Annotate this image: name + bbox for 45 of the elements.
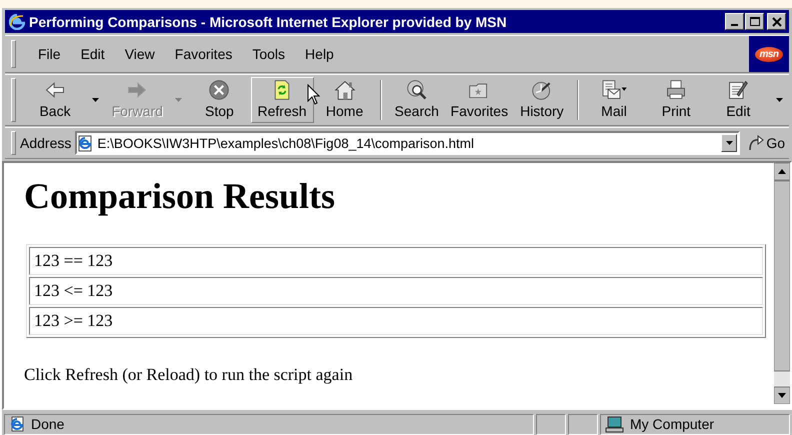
instruction-text: Click Refresh (or Reload) to run the script again [24, 365, 354, 385]
status-text: Done [31, 416, 64, 432]
caret-icon [92, 98, 100, 102]
menu-item[interactable]: Help [295, 44, 344, 64]
address-label: Address [20, 135, 72, 151]
menu-item[interactable]: Favorites [164, 44, 242, 64]
window-title: Performing Comparisons - Microsoft Internet Explorer provided by MSN [29, 14, 508, 30]
minimize-button[interactable] [725, 13, 744, 30]
table-cell: 123 == 123 [29, 247, 763, 275]
app-icon [9, 14, 25, 30]
toolbar-button[interactable]: Print [645, 77, 708, 123]
caret-icon [776, 98, 783, 102]
computer-icon [605, 416, 624, 432]
mouse-cursor-icon [307, 84, 320, 105]
security-zone: My Computer [630, 416, 714, 432]
maximize-icon [750, 17, 760, 26]
toolbar-button[interactable]: Edit [707, 77, 770, 123]
menu-item[interactable]: File [28, 44, 71, 64]
page-icon [9, 416, 25, 432]
status-panel [568, 414, 598, 434]
close-button[interactable] [767, 13, 786, 30]
toolbar-button[interactable]: Favorites [448, 77, 511, 123]
page-heading: Comparison Results [24, 175, 336, 217]
page-icon [77, 134, 94, 152]
caret-icon [175, 98, 182, 102]
toolbar-button[interactable]: Search [386, 77, 448, 123]
go-arrow-icon [747, 135, 764, 151]
close-icon [772, 16, 782, 26]
dropdown-button[interactable] [721, 134, 738, 152]
table-cell: 123 <= 123 [29, 277, 763, 305]
minimize-icon [731, 24, 738, 26]
toolbar-button[interactable]: Back [24, 77, 86, 123]
menu-item[interactable]: Tools [242, 44, 296, 64]
toolbar-button[interactable]: History [510, 77, 573, 123]
maximize-button[interactable] [745, 13, 764, 30]
menu-item[interactable]: View [114, 44, 165, 64]
caret-icon [726, 141, 733, 145]
scrollbar[interactable] [774, 163, 790, 404]
toolbar-button[interactable]: Mail [582, 77, 646, 123]
menu-item[interactable]: Edit [70, 44, 115, 64]
address-field[interactable]: E:\BOOKS\IW3HTP\examples\ch08\Fig08_14\comparison.html [75, 131, 740, 155]
status-panel [536, 414, 566, 434]
go-button[interactable]: Go [743, 135, 789, 151]
table-cell: 123 >= 123 [29, 307, 763, 335]
toolbar-button[interactable]: Stop [188, 77, 251, 123]
